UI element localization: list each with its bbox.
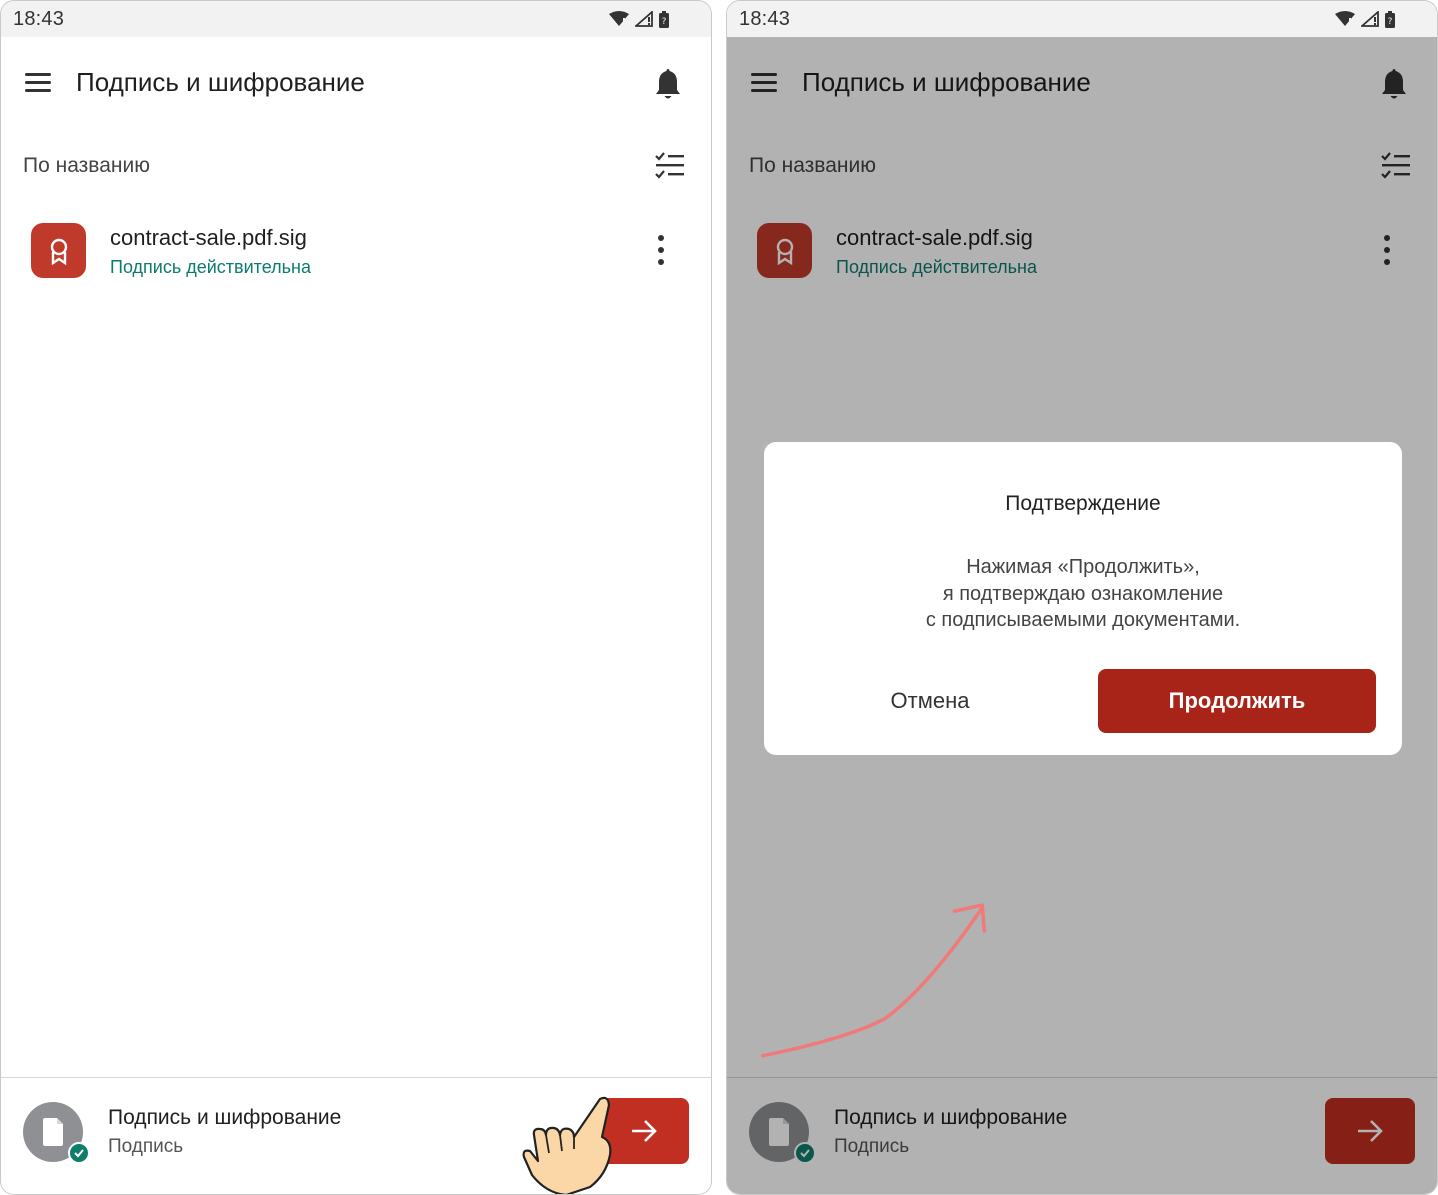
- certificate-icon: [31, 223, 86, 278]
- continue-button[interactable]: Продолжить: [1098, 669, 1376, 733]
- svg-text:?: ?: [662, 17, 667, 27]
- menu-icon[interactable]: [23, 71, 53, 95]
- dialog-message-line: с подписываемыми документами.: [925, 609, 1241, 631]
- status-time: 18:43: [13, 7, 65, 30]
- wifi-icon: [1335, 11, 1355, 26]
- phone-screen-left: 18:43 ? Подпись и шифрование По названию…: [0, 0, 712, 1195]
- dialog-title: Подтверждение: [1005, 492, 1161, 515]
- signal-icon: [635, 11, 653, 27]
- cancel-button[interactable]: Отмена: [850, 669, 1010, 733]
- signal-icon: [1361, 11, 1379, 27]
- dialog-message-line: я подтверждаю ознакомление: [942, 582, 1224, 605]
- status-icons: ?: [609, 10, 669, 28]
- dialog-message-line: Нажимая «Продолжить»,: [966, 556, 1200, 578]
- check-icon: [68, 1142, 90, 1164]
- svg-text:?: ?: [1388, 17, 1393, 27]
- battery-icon: ?: [659, 10, 669, 28]
- more-vert-icon[interactable]: [646, 229, 676, 271]
- pointing-hand-icon: [522, 1096, 612, 1194]
- status-bar: 18:43 ?: [727, 1, 1437, 37]
- wifi-icon: [609, 11, 629, 26]
- confirmation-dialog: Подтверждение Нажимая «Продолжить», я по…: [764, 442, 1402, 755]
- dialog-message: Нажимая «Продолжить», я подтверждаю озна…: [764, 554, 1402, 634]
- arrow-right-icon: [632, 1120, 657, 1142]
- file-name: contract-sale.pdf.sig: [110, 225, 307, 250]
- status-bar: 18:43 ?: [1, 1, 711, 37]
- signature-status: Подпись действительна: [110, 257, 311, 277]
- file-list-item[interactable]: contract-sale.pdf.sig Подпись действител…: [1, 207, 711, 297]
- bell-icon[interactable]: [651, 66, 685, 102]
- phone-screen-right: 18:43 ? Подпись и шифрование По названию…: [726, 0, 1438, 1195]
- page-title: Подпись и шифрование: [76, 67, 365, 97]
- bottom-subtitle: Подпись: [108, 1136, 184, 1157]
- bottom-title: Подпись и шифрование: [108, 1106, 342, 1129]
- status-time: 18:43: [739, 7, 791, 30]
- sort-checklist-icon[interactable]: [652, 149, 688, 181]
- battery-icon: ?: [1385, 10, 1395, 28]
- app-bar: Подпись и шифрование: [1, 37, 711, 127]
- status-icons: ?: [1335, 10, 1395, 28]
- sort-label[interactable]: По названию: [23, 154, 150, 178]
